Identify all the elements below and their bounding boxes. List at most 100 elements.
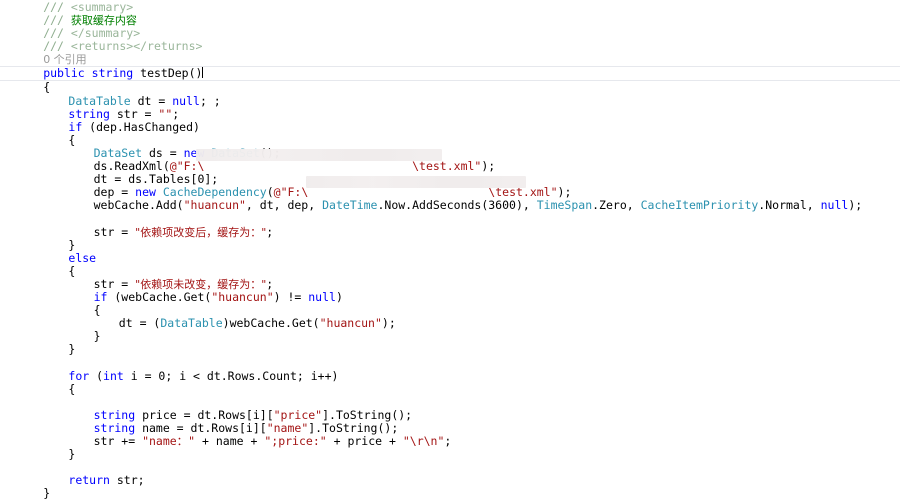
code-token: str; [109, 473, 145, 488]
code-token: CacheItemPriority [640, 198, 759, 213]
code-line[interactable]: /// <summary> [0, 0, 900, 14]
code-token: ; [444, 434, 452, 448]
code-token: ds = [142, 145, 184, 160]
code-token: } [68, 447, 76, 462]
code-token: /// [43, 39, 71, 54]
code-token: DataTable [160, 316, 223, 331]
code-token: "" [158, 106, 173, 121]
code-token: DateTime [322, 198, 378, 213]
code-token: string [93, 420, 136, 435]
code-token: .Zero, [592, 198, 641, 213]
code-token: string [68, 106, 110, 121]
code-editor[interactable]: /// <summary>/// 获取缓存内容/// </summary>///… [0, 0, 900, 500]
code-token: /// [43, 26, 71, 41]
code-token: dt = ds.Tables[0]; [93, 172, 219, 187]
code-token: , dt, dep, [245, 198, 323, 213]
code-token: ); [381, 316, 396, 331]
code-line[interactable]: for (int i = 0; i < dt.Rows.Count; i++) [0, 368, 900, 383]
code-token: "\r\n" [402, 434, 445, 448]
code-token: "name：" [142, 434, 196, 448]
code-token: \test.xml" [412, 159, 482, 174]
code-token: str = [109, 106, 159, 121]
code-token: <returns></returns> [70, 39, 203, 54]
code-token: dep = [93, 185, 136, 200]
code-token: + price + [326, 434, 403, 448]
code-token: ) != [273, 289, 309, 304]
code-token: ; [172, 106, 180, 121]
code-token: "依赖项改变后，缓存为：" [135, 225, 267, 239]
code-token: for [68, 368, 90, 383]
code-token: } [43, 486, 51, 500]
code-token: + name + [195, 434, 265, 448]
code-line[interactable]: return str; [0, 474, 900, 487]
code-token: return [68, 473, 110, 488]
code-token: str = [93, 224, 136, 239]
text-caret [202, 67, 204, 79]
code-token: 获取缓存内容 [70, 14, 137, 28]
code-line[interactable]: } [0, 343, 900, 356]
code-token: "price" [273, 407, 323, 422]
code-line[interactable]: str += "name：" + name + ";price:" + pric… [0, 434, 900, 448]
code-token: i = 0; i < dt.Rows.Count; i++) [123, 368, 339, 383]
code-token: ); [848, 198, 863, 213]
code-token: ds.ReadXml( [93, 159, 170, 174]
code-token: str = [93, 276, 136, 291]
code-token: { [68, 132, 76, 147]
code-line[interactable]: { [0, 382, 900, 396]
code-token: ; ; [199, 93, 221, 108]
code-token: "huancun" [319, 316, 382, 331]
file-path-redaction-2 [306, 176, 526, 188]
code-token: ].ToString(); [308, 420, 399, 435]
code-line[interactable]: str = "依赖项改变后，缓存为："; [0, 224, 900, 239]
code-token: .Now.AddSeconds(3600), [377, 198, 537, 213]
code-token: CacheDependency [162, 185, 267, 200]
code-token: ); [481, 159, 496, 174]
code-token: if [93, 289, 108, 304]
code-text-area[interactable]: /// <summary>/// 获取缓存内容/// </summary>///… [0, 0, 900, 500]
code-token: new [135, 185, 156, 200]
code-token: /// [43, 0, 71, 14]
code-line[interactable]: } [0, 487, 900, 500]
code-token: (dep.HasChanged) [82, 119, 200, 134]
code-token: null [308, 289, 336, 304]
code-token: webCache.Add( [93, 198, 184, 213]
code-line[interactable]: if (webCache.Get("huancun") != null) [0, 289, 900, 304]
code-token: dt = [130, 93, 173, 108]
code-line[interactable]: else [0, 251, 900, 265]
code-line[interactable]: } [0, 237, 900, 252]
code-token: public [43, 66, 85, 81]
code-token: "huancun" [183, 198, 246, 213]
codelens-line[interactable]: 0 个引用 [0, 53, 900, 66]
code-token: { [43, 80, 51, 95]
code-token: str += [93, 434, 143, 448]
code-token: string [93, 407, 136, 422]
code-token: "依赖项未改变，缓存为：" [135, 277, 267, 291]
code-token: 0 个引用 [43, 53, 87, 67]
code-token: null [820, 198, 849, 213]
code-token: )webCache.Get( [222, 316, 320, 331]
code-token: ( [89, 368, 104, 383]
code-token: } [68, 342, 76, 357]
code-line[interactable]: webCache.Add("huancun", dt, dep, DateTim… [0, 199, 900, 212]
code-token: "huancun" [211, 289, 274, 304]
code-token: @"F:\ [273, 185, 309, 200]
code-token: DataSet [93, 145, 143, 160]
code-line[interactable]: public string testDep() [0, 66, 900, 82]
code-token: } [68, 237, 76, 252]
code-token: { [68, 263, 76, 278]
code-token: ";price:" [264, 434, 327, 448]
code-line[interactable]: } [0, 448, 900, 461]
code-token: </summary> [70, 26, 141, 41]
code-token: "name" [266, 420, 309, 435]
code-line[interactable]: if (dep.HasChanged) [0, 119, 900, 134]
code-token: } [93, 329, 101, 344]
code-token: null [172, 93, 200, 108]
code-token: dt = ( [118, 316, 161, 331]
code-line[interactable]: dt = (DataTable)webCache.Get("huancun"); [0, 317, 900, 330]
code-line[interactable]: /// <returns></returns> [0, 40, 900, 53]
code-token: ); [557, 185, 572, 200]
code-line[interactable]: } [0, 330, 900, 343]
